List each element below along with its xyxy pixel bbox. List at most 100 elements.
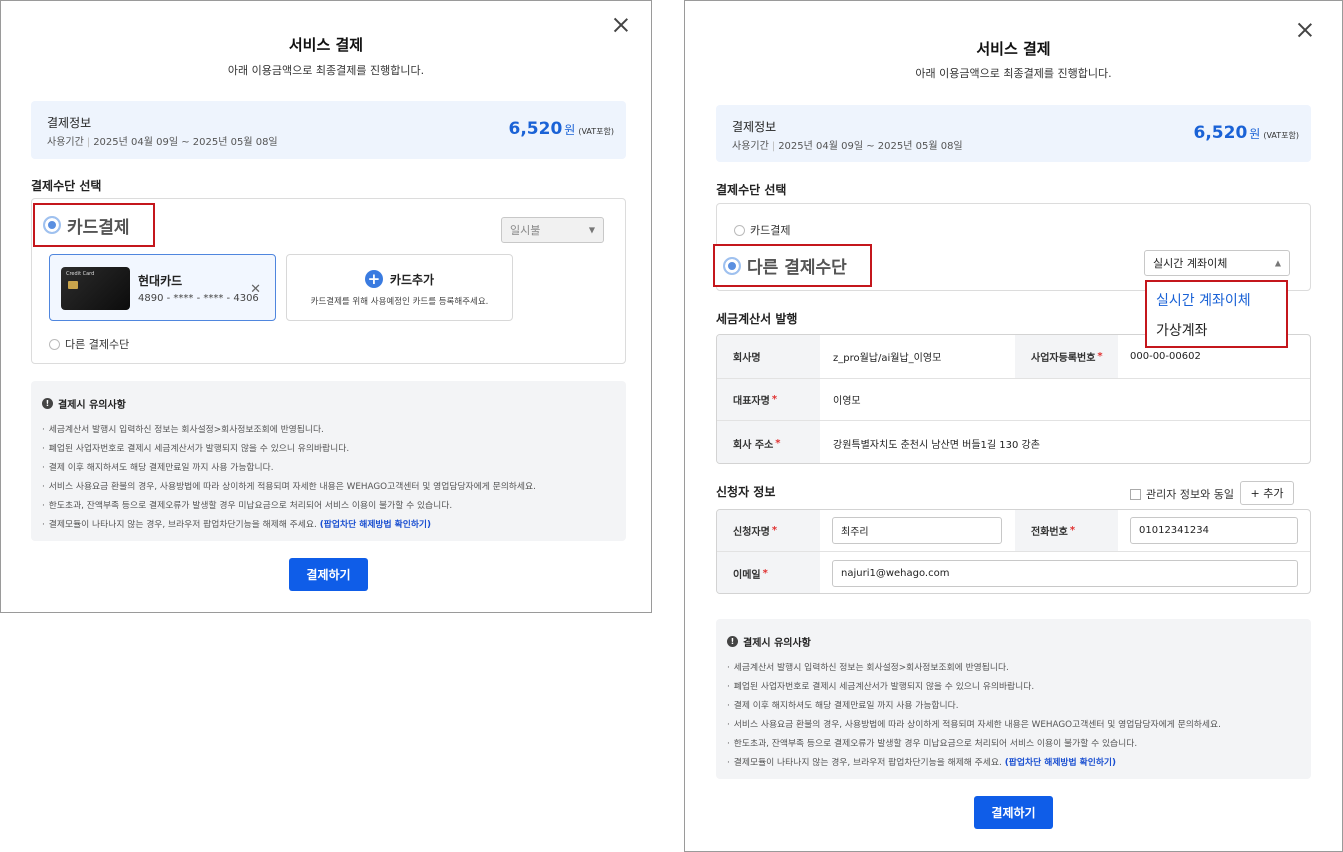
usage-period-label: 사용기간: [732, 141, 769, 152]
phone-input[interactable]: 01012341234: [1130, 517, 1298, 544]
modal-title: 서비스 결제: [976, 40, 1051, 58]
radio-card-payment[interactable]: 카드결제: [734, 222, 790, 238]
radio-circle-icon: [49, 338, 60, 350]
notice-title-text: 결제시 유의사항: [58, 400, 126, 411]
plus-circle-icon: +: [364, 270, 383, 288]
notice-list: 세금계산서 발행시 입력하신 정보는 회사설정>회사정보조회에 반영됩니다. 폐…: [42, 422, 536, 536]
notice-item: 서비스 사용요금 환불의 경우, 사용방법에 따라 상이하게 적용되며 자세한 …: [42, 479, 536, 498]
payment-info-box: 결제정보 사용기간 | 2025년 04월 09일 ~ 2025년 05월 08일 …: [716, 105, 1311, 162]
radio-other-method[interactable]: 다른 결제수단: [49, 336, 129, 352]
usage-period-value: 2025년 04월 09일 ~ 2025년 05월 08일: [93, 137, 278, 148]
address-value: 강원특별자치도 춘천시 남산면 버들1길 130 강촌: [833, 439, 1040, 451]
required-mark: *: [1097, 351, 1103, 362]
credit-card-image: Credit Card: [61, 267, 130, 310]
close-icon[interactable]: [611, 15, 631, 35]
radio-circle-icon: [734, 224, 745, 236]
table-row: 이메일 * najuri1@wehago.com: [717, 551, 1310, 593]
modal-subtitle: 아래 이용금액으로 최종결제를 진행합니다.: [915, 67, 1112, 80]
applicant-table: 신청자명 * 최주리 전화번호 * 01012341234 이메일 * najuri1…: [716, 509, 1311, 594]
remove-card-icon[interactable]: ✕: [250, 282, 261, 297]
notice-title: ! 결제시 유의사항: [727, 634, 811, 649]
notice-item: 한도초과, 잔액부족 등으로 결제오류가 발생할 경우 미납요금으로 처리되어 …: [42, 498, 536, 517]
price-amount: 6,520: [1193, 123, 1248, 143]
ceo-label: 대표자명: [733, 396, 770, 407]
phone-label: 전화번호: [1031, 527, 1068, 538]
radio-other-method-highlight[interactable]: 다른 결제수단: [713, 244, 872, 287]
address-label-cell: 회사 주소 *: [717, 421, 820, 463]
radio-selected-icon: [723, 256, 741, 275]
radio-selected-icon: [43, 216, 61, 234]
applicant-section-title: 신청자 정보: [716, 485, 776, 499]
usage-period: 사용기간 | 2025년 04월 09일 ~ 2025년 05월 08일: [732, 141, 963, 152]
dropdown-option-realtime-transfer[interactable]: 실시간 계좌이체: [1156, 290, 1251, 310]
price-unit: 원: [1249, 127, 1261, 141]
email-label-cell: 이메일 *: [717, 552, 820, 593]
same-as-admin-label: 관리자 정보와 동일: [1146, 488, 1234, 501]
pay-button[interactable]: 결제하기: [289, 558, 368, 591]
notice-list: 세금계산서 발행시 입력하신 정보는 회사설정>회사정보조회에 반영됩니다. 폐…: [727, 660, 1221, 774]
modal-subtitle: 아래 이용금액으로 최종결제를 진행합니다.: [227, 64, 425, 77]
required-mark: *: [771, 394, 778, 405]
notice-item-text: 결제모듈이 나타나지 않는 경우, 브라우저 팝업차단기능을 해제해 주세요.: [733, 758, 1002, 768]
card-chip-icon: [68, 281, 78, 289]
ceo-value: 이영모: [833, 396, 861, 407]
applicant-name-input[interactable]: 최주리: [832, 517, 1002, 544]
installment-select[interactable]: 일시불 ▼: [501, 217, 604, 243]
notice-item: 세금계산서 발행시 입력하신 정보는 회사설정>회사정보조회에 반영됩니다.: [727, 660, 1221, 679]
popup-help-link[interactable]: (팝업차단 해제방법 확인하기): [320, 520, 431, 530]
payment-info-box: 결제정보 사용기간 | 2025년 04월 09일 ~ 2025년 05월 08일 …: [31, 101, 626, 159]
notice-item: 세금계산서 발행시 입력하신 정보는 회사설정>회사정보조회에 반영됩니다.: [42, 422, 536, 441]
add-card-row: + 카드추가: [287, 270, 512, 288]
pay-button[interactable]: 결제하기: [974, 796, 1053, 829]
required-mark: *: [1069, 525, 1076, 536]
notice-item: 결제 이후 해지하셔도 해당 결제만료일 까지 사용 가능합니다.: [42, 460, 536, 479]
registered-card[interactable]: Credit Card 현대카드 4890 - **** - **** - 43…: [49, 254, 276, 321]
required-mark: *: [771, 525, 778, 536]
method-select[interactable]: 실시간 계좌이체 ▲: [1144, 250, 1290, 276]
method-select-value: 실시간 계좌이체: [1153, 257, 1228, 270]
payment-modal-other: 서비스 결제 아래 이용금액으로 최종결제를 진행합니다. 결제정보 사용기간 |…: [684, 0, 1343, 852]
popup-help-link[interactable]: (팝업차단 해제방법 확인하기): [1005, 758, 1116, 768]
tax-section-title: 세금계산서 발행: [716, 312, 798, 326]
add-card-button[interactable]: + 카드추가 카드결제를 위해 사용예정인 카드를 등록해주세요.: [286, 254, 513, 321]
card-name: 현대카드: [138, 274, 183, 288]
notice-title: ! 결제시 유의사항: [42, 396, 126, 411]
phone-label-cell: 전화번호 *: [1015, 510, 1118, 551]
add-card-hint: 카드결제를 위해 사용예정인 카드를 등록해주세요.: [310, 297, 489, 307]
table-row: 회사 주소 * 강원특별자치도 춘천시 남산면 버들1길 130 강촌: [717, 420, 1310, 463]
installment-value: 일시불: [510, 224, 541, 237]
notice-item-text: 결제모듈이 나타나지 않는 경우, 브라우저 팝업차단기능을 해제해 주세요.: [48, 520, 317, 530]
price-unit: 원: [564, 123, 576, 137]
radio-card-payment-highlight[interactable]: 카드결제: [33, 203, 155, 247]
method-section-title: 결제수단 선택: [31, 179, 102, 193]
close-icon[interactable]: [1295, 20, 1315, 40]
notice-box: ! 결제시 유의사항 세금계산서 발행시 입력하신 정보는 회사설정>회사정보조회…: [716, 619, 1311, 779]
same-as-admin-checkbox[interactable]: 관리자 정보와 동일: [1130, 486, 1234, 502]
company-label: 회사명: [717, 335, 820, 378]
name-label: 신청자명: [733, 527, 770, 538]
price-vat: (VAT포함): [1263, 131, 1299, 140]
notice-item: 서비스 사용요금 환불의 경우, 사용방법에 따라 상이하게 적용되며 자세한 …: [727, 717, 1221, 736]
add-applicant-button[interactable]: + 추가: [1240, 481, 1294, 505]
usage-period-value: 2025년 04월 09일 ~ 2025년 05월 08일: [778, 141, 963, 152]
table-row: 신청자명 * 최주리 전화번호 * 01012341234: [717, 510, 1310, 551]
card-payment-label: 카드결제: [750, 224, 791, 237]
ceo-label-cell: 대표자명 *: [717, 379, 820, 420]
notice-item-last: 결제모듈이 나타나지 않는 경우, 브라우저 팝업차단기능을 해제해 주세요.(…: [727, 755, 1221, 774]
other-method-label: 다른 결제수단: [747, 258, 847, 278]
company-value: z_pro월납/ai월납_이영모: [833, 353, 942, 364]
add-card-label: 카드추가: [389, 272, 435, 287]
notice-item: 폐업된 사업자번호로 결제시 세금계산서가 발행되지 않을 수 있으니 유의바랍…: [42, 441, 536, 460]
dropdown-option-virtual-account[interactable]: 가상계좌: [1156, 320, 1208, 340]
notice-item: 한도초과, 잔액부족 등으로 결제오류가 발생할 경우 미납요금으로 처리되어 …: [727, 736, 1221, 755]
price: 6,520 원 (VAT포함): [1194, 123, 1300, 143]
modal-title: 서비스 결제: [288, 36, 364, 54]
payment-info-label: 결제정보: [732, 120, 777, 134]
bizno-label: 사업자등록번호: [1031, 353, 1096, 364]
bizno-label-cell: 사업자등록번호 *: [1015, 335, 1118, 378]
email-input[interactable]: najuri1@wehago.com: [832, 560, 1298, 587]
required-mark: *: [775, 437, 781, 449]
payment-modal-card: 서비스 결제 아래 이용금액으로 최종결제를 진행합니다. 결제정보 사용기간 |…: [0, 0, 652, 613]
required-mark: *: [762, 568, 768, 579]
other-method-label: 다른 결제수단: [65, 338, 130, 351]
